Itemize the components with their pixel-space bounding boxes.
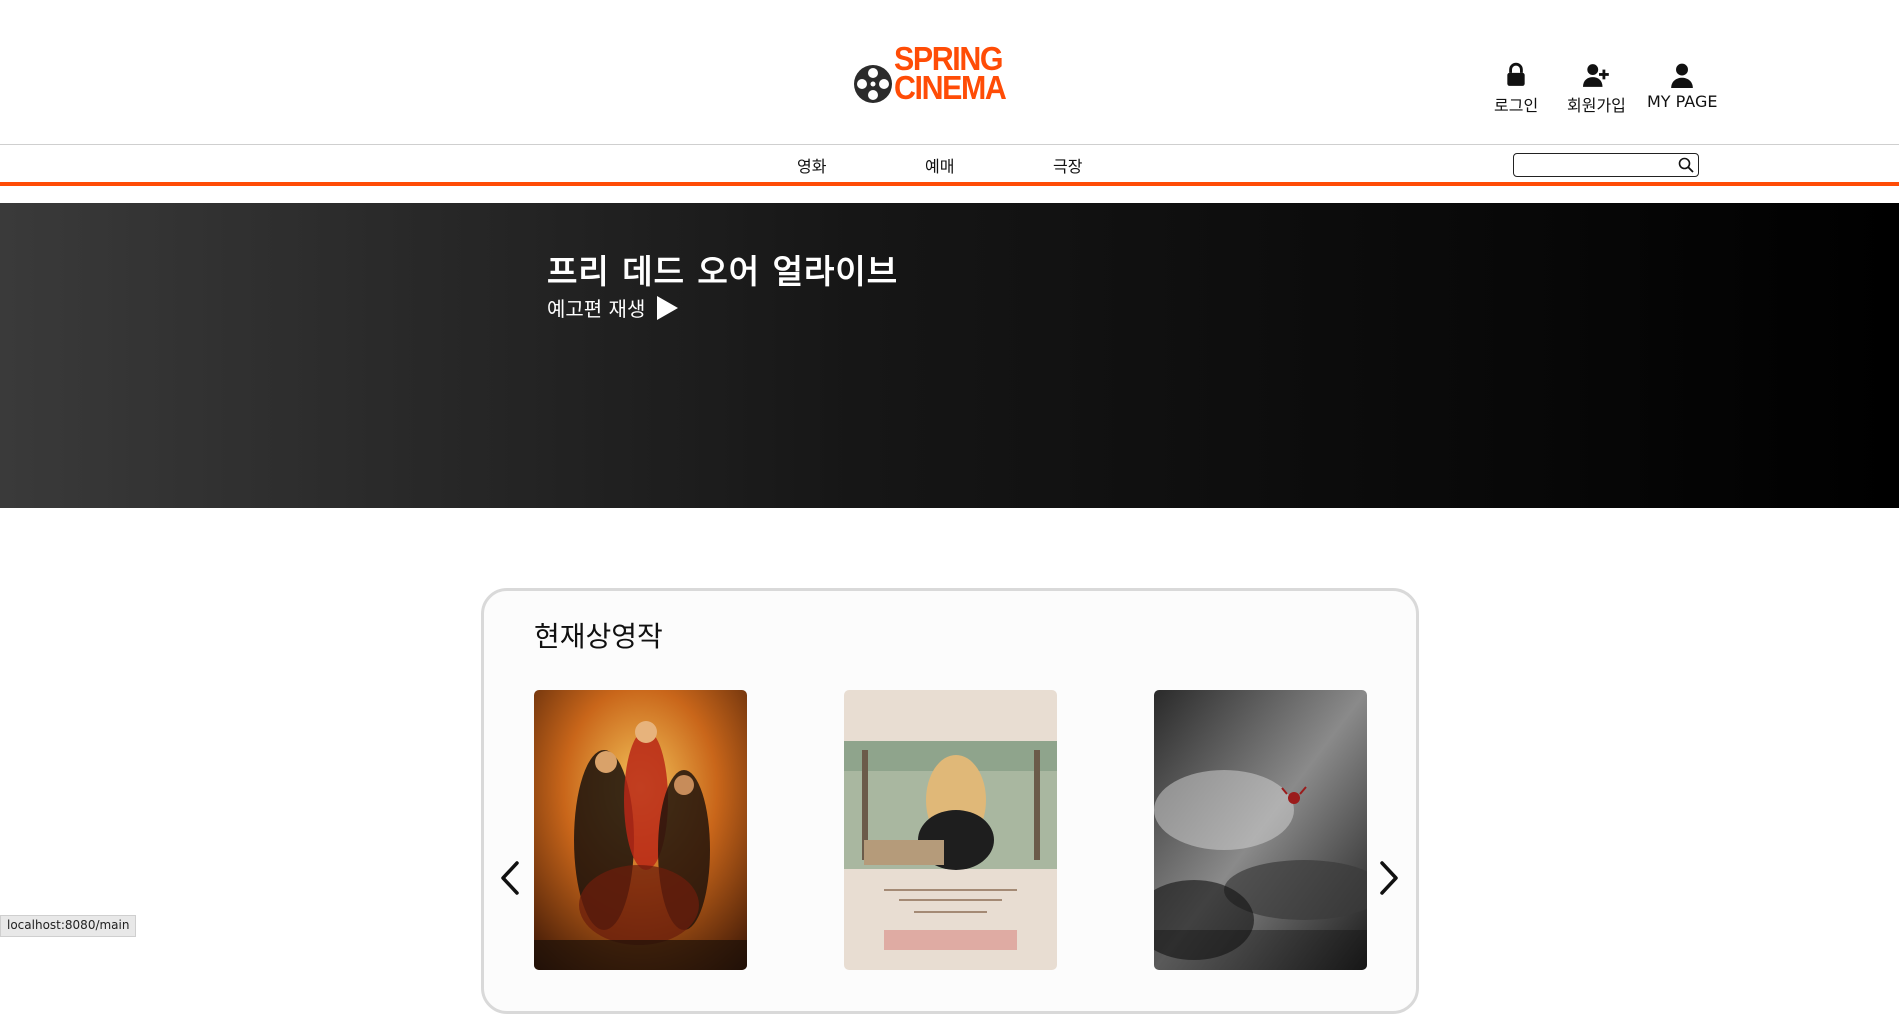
user-plus-icon	[1583, 64, 1610, 87]
chevron-right-icon[interactable]	[1378, 860, 1400, 896]
site-header: SPRING CINEMA 로그인 회원가입 MY PAGE	[0, 0, 1899, 144]
nav-accent-bar	[0, 182, 1899, 186]
now-showing-title: 현재상영작	[534, 620, 663, 653]
film-reel-icon	[854, 65, 892, 103]
chevron-left-icon[interactable]	[499, 860, 521, 896]
signup-label: 회원가입	[1567, 96, 1626, 115]
nav-item-booking[interactable]: 예매	[925, 153, 954, 177]
login-link[interactable]: 로그인	[1494, 62, 1538, 116]
nav-top-divider	[0, 144, 1899, 145]
mypage-label: MY PAGE	[1647, 92, 1718, 111]
movie-poster-2[interactable]	[844, 690, 1057, 970]
play-trailer-label: 예고편 재생	[547, 297, 646, 321]
search-input[interactable]	[1520, 156, 1670, 172]
browser-status-url: localhost:8080/main	[0, 915, 137, 937]
search-box	[1513, 153, 1699, 177]
now-showing-panel: 현재상영작	[481, 588, 1419, 1014]
play-trailer-button[interactable]: 예고편 재생	[547, 293, 679, 322]
play-icon	[657, 295, 679, 320]
login-label: 로그인	[1494, 96, 1539, 115]
user-icon	[1671, 63, 1694, 88]
nav-item-movies[interactable]: 영화	[797, 153, 826, 177]
hero-banner: 프리 데드 오어 얼라이브 예고편 재생	[0, 203, 1899, 508]
poster-3-image	[1154, 690, 1367, 970]
movie-poster-1[interactable]	[534, 690, 747, 970]
hero-title: 프리 데드 오어 얼라이브	[547, 252, 899, 291]
spring-cinema-logo[interactable]: SPRING CINEMA	[852, 42, 1022, 110]
logo-wordmark: SPRING CINEMA	[894, 42, 1007, 106]
movie-poster-3[interactable]	[1154, 690, 1367, 970]
nav-item-theaters[interactable]: 극장	[1053, 153, 1082, 177]
logo-line-2: CINEMA	[894, 69, 1007, 106]
mypage-link[interactable]: MY PAGE	[1647, 62, 1717, 111]
poster-2-image	[844, 690, 1057, 970]
search-icon[interactable]	[1678, 157, 1694, 173]
signup-link[interactable]: 회원가입	[1567, 62, 1626, 116]
lock-icon	[1507, 62, 1525, 86]
poster-1-image	[534, 690, 747, 970]
